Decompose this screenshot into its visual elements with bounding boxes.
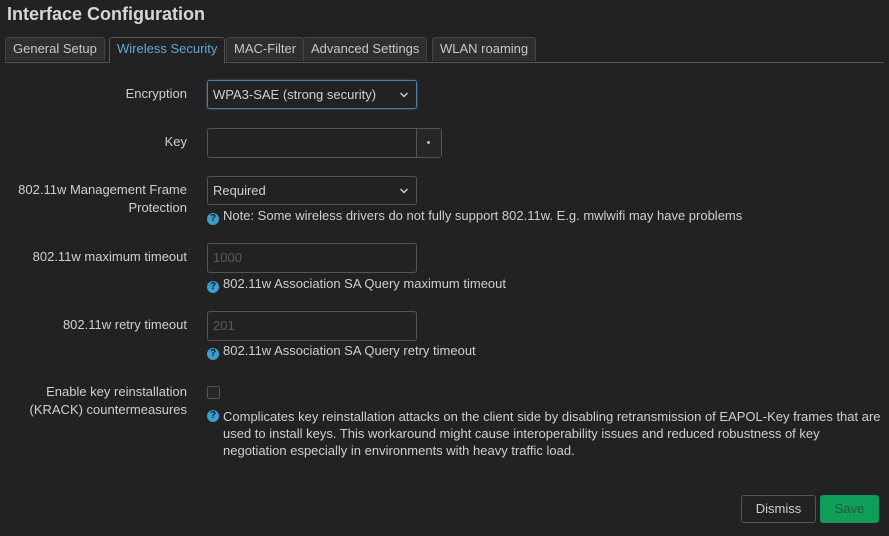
max-timeout-help-text: 802.11w Association SA Query maximum tim… xyxy=(223,276,506,291)
page-title: Interface Configuration xyxy=(7,4,206,24)
retry-timeout-label: 802.11w retry timeout xyxy=(62,317,187,332)
krack-help-text: Complicates key reinstallation attacks o… xyxy=(223,409,881,458)
max-timeout-help: ? 802.11w Association SA Query maximum ti… xyxy=(207,275,506,293)
max-timeout-placeholder: 1000 xyxy=(213,250,242,265)
mfp-label-line1: 802.11w Management Frame xyxy=(18,182,187,197)
mfp-select[interactable]: Required xyxy=(207,176,417,205)
key-input[interactable] xyxy=(208,129,417,157)
help-icon: ? xyxy=(207,410,219,422)
chevron-down-icon xyxy=(400,92,408,98)
dot-icon xyxy=(427,141,430,144)
max-timeout-input[interactable]: 1000 xyxy=(207,243,417,273)
help-icon: ? xyxy=(207,281,219,293)
mfp-label: 802.11w Management Frame Protection xyxy=(18,181,187,217)
krack-help: ? Complicates key reinstallation attacks … xyxy=(207,408,882,459)
max-timeout-label: 802.11w maximum timeout xyxy=(32,249,187,264)
krack-label: Enable key reinstallation (KRACK) counte… xyxy=(30,383,188,419)
mfp-value: Required xyxy=(213,183,266,198)
key-label: Key xyxy=(164,134,187,149)
encryption-label: Encryption xyxy=(125,86,187,101)
tab-wireless-security[interactable]: Wireless Security xyxy=(109,37,226,63)
encryption-value: WPA3-SAE (strong security) xyxy=(213,87,377,102)
retry-timeout-help-text: 802.11w Association SA Query retry timeo… xyxy=(223,343,476,358)
tab-bar: General Setup Wireless Security MAC-Filt… xyxy=(5,37,884,63)
mfp-label-line2: Protection xyxy=(128,200,187,215)
retry-timeout-placeholder: 201 xyxy=(213,318,235,333)
krack-label-line1: Enable key reinstallation xyxy=(46,384,187,399)
mfp-help-text: Note: Some wireless drivers do not fully… xyxy=(223,208,743,223)
tab-mac-filter[interactable]: MAC-Filter xyxy=(226,37,305,61)
save-button[interactable]: Save xyxy=(820,495,879,523)
krack-checkbox[interactable] xyxy=(207,386,220,399)
chevron-down-icon xyxy=(400,188,408,194)
tab-advanced-settings[interactable]: Advanced Settings xyxy=(303,37,428,61)
help-icon: ? xyxy=(207,348,219,360)
key-input-group xyxy=(207,128,442,158)
retry-timeout-help: ? 802.11w Association SA Query retry time… xyxy=(207,342,476,360)
tab-general-setup[interactable]: General Setup xyxy=(5,37,105,61)
help-icon: ? xyxy=(207,213,219,225)
retry-timeout-input[interactable]: 201 xyxy=(207,311,417,341)
reveal-password-button[interactable] xyxy=(417,129,441,157)
tab-wlan-roaming[interactable]: WLAN roaming xyxy=(432,37,537,61)
krack-label-line2: (KRACK) countermeasures xyxy=(29,402,188,417)
encryption-select[interactable]: WPA3-SAE (strong security) xyxy=(207,80,417,109)
dismiss-button[interactable]: Dismiss xyxy=(741,495,816,523)
mfp-help: ? Note: Some wireless drivers do not full… xyxy=(207,207,742,225)
